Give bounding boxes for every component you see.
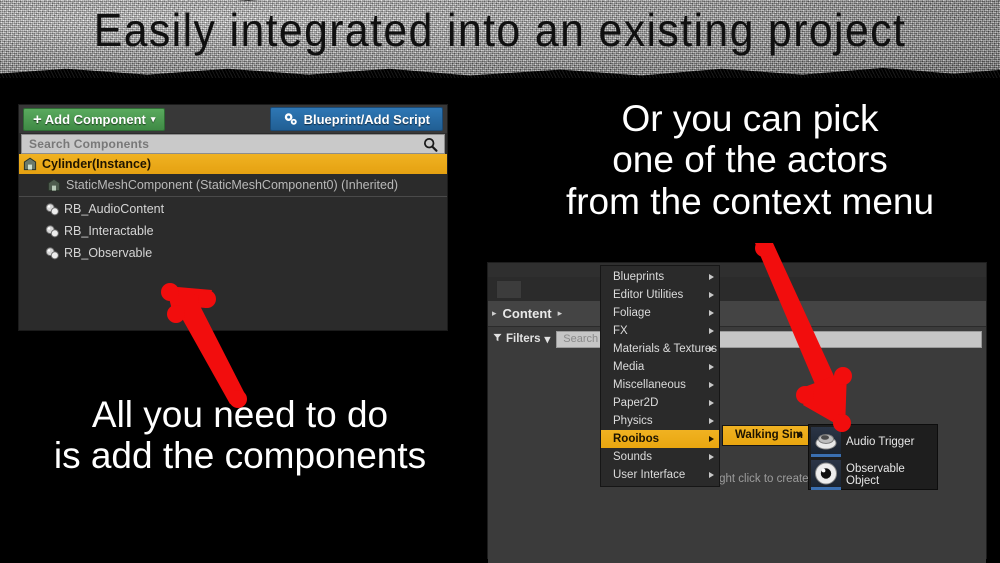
context-menu-item-label: Blueprints [613, 271, 665, 283]
component-list: RB_AudioContent RB_Interactable RB_Obser… [19, 197, 447, 264]
context-menu-item-label: Materials & Textures [613, 343, 717, 355]
caption-right-line-1: Or you can pick [621, 98, 879, 139]
context-menu-item-user-interface[interactable]: User Interface [601, 466, 719, 484]
slide-canvas: Easily integrated into an existing proje… [0, 0, 1000, 563]
mesh-icon [23, 157, 37, 171]
context-menu-item-paper2d[interactable]: Paper2D [601, 394, 719, 412]
component-row-observable[interactable]: RB_Observable [19, 242, 447, 264]
content-browser-tab[interactable] [496, 280, 522, 298]
search-icon[interactable] [423, 137, 438, 152]
content-breadcrumb: ▸ Content ▸ [488, 301, 986, 327]
header-banner: Easily integrated into an existing proje… [0, 0, 1000, 78]
component-orb-icon [45, 202, 60, 216]
caption-left: All you need to do is add the components [0, 394, 480, 477]
caption-right-line-3: from the context menu [565, 180, 935, 222]
filter-funnel-icon [493, 333, 502, 345]
context-menu-item-label: Physics [613, 415, 653, 427]
submenu-arrow-icon [709, 454, 714, 460]
content-filter-bar: Filters ▾ Search Con [488, 327, 986, 351]
submenu-rooibos: Walking Sim [722, 425, 809, 446]
component-tree-root[interactable]: Cylinder(Instance) [19, 154, 447, 174]
component-row-audiocontent[interactable]: RB_AudioContent [19, 198, 447, 220]
search-components-placeholder: Search Components [29, 137, 150, 151]
context-menu-item-label: Foliage [613, 307, 651, 319]
context-menu: Blueprints Editor Utilities Foliage FX M… [600, 265, 720, 487]
context-menu-item-rooibos[interactable]: Rooibos [601, 430, 719, 448]
observable-object-thumb [811, 459, 841, 490]
context-menu-item-materials-textures[interactable]: Materials & Textures [601, 340, 719, 358]
context-menu-item-miscellaneous[interactable]: Miscellaneous [601, 376, 719, 394]
filters-label: Filters [506, 333, 541, 345]
context-menu-item-blueprints[interactable]: Blueprints [601, 268, 719, 286]
asset-item-observable-object[interactable]: Observable Object [809, 458, 937, 491]
blueprint-add-script-button[interactable]: Blueprint/Add Script [269, 107, 443, 131]
add-component-label: Add Component [44, 111, 146, 127]
components-toolbar: + Add Component ▾ Blueprint/Add Script [19, 105, 447, 133]
submenu-arrow-icon [709, 382, 714, 388]
submenu-walking-sim: Audio Trigger Observable Object [808, 424, 938, 490]
component-row-inherited[interactable]: StaticMeshComponent (StaticMeshComponent… [19, 174, 447, 197]
submenu-arrow-icon [709, 346, 714, 352]
submenu-arrow-icon [709, 436, 714, 442]
search-components-input[interactable]: Search Components [21, 134, 445, 154]
context-menu-item-label: Rooibos [613, 433, 659, 445]
context-menu-item-label: FX [613, 325, 628, 337]
components-panel: + Add Component ▾ Blueprint/Add Script S… [18, 104, 448, 331]
context-menu-item-label: Sounds [613, 451, 653, 463]
context-menu-item-media[interactable]: Media [601, 358, 719, 376]
content-browser-tabstrip [488, 263, 986, 277]
context-menu-item-physics[interactable]: Physics [601, 412, 719, 430]
asset-item-audio-trigger[interactable]: Audio Trigger [809, 425, 937, 458]
content-browser-tabrow [488, 277, 986, 301]
submenu-arrow-icon [709, 400, 714, 406]
caption-left-line-1: All you need to do [91, 394, 389, 435]
context-menu-item-label: Paper2D [613, 397, 659, 409]
page-title: Easily integrated into an existing proje… [93, 4, 907, 56]
context-menu-item-fx[interactable]: FX [601, 322, 719, 340]
submenu-arrow-icon [709, 418, 714, 424]
component-row-interactable[interactable]: RB_Interactable [19, 220, 447, 242]
submenu-arrow-icon [709, 364, 714, 370]
caption-right: Or you can pick one of the actors from t… [500, 98, 1000, 222]
content-browser-panel: ▸ Content ▸ Filters ▾ Search Con Drop fi… [487, 262, 987, 563]
submenu-arrow-icon [709, 310, 714, 316]
chevron-right-icon[interactable]: ▸ [492, 308, 497, 319]
submenu-item-label: Walking Sim [735, 429, 803, 441]
filters-button[interactable]: Filters ▾ [493, 332, 550, 346]
caption-left-line-2: is add the components [53, 435, 427, 477]
caption-right-line-2: one of the actors [612, 139, 888, 181]
chevron-down-icon: ▾ [544, 334, 551, 346]
submenu-arrow-icon [709, 328, 714, 334]
chevron-right-icon[interactable]: ▸ [558, 308, 563, 319]
component-orb-icon [45, 224, 60, 238]
component-tree-root-label: Cylinder(Instance) [42, 157, 152, 171]
gears-icon [283, 112, 298, 126]
component-row-label: RB_AudioContent [64, 202, 165, 216]
asset-item-label: Observable Object [846, 462, 905, 487]
audio-trigger-thumb [811, 426, 841, 457]
context-menu-item-label: Editor Utilities [613, 289, 684, 301]
submenu-arrow-icon [709, 274, 714, 280]
component-row-inherited-label: StaticMeshComponent (StaticMeshComponent… [66, 178, 399, 192]
add-component-button[interactable]: + Add Component ▾ [23, 107, 166, 131]
context-menu-item-label: Media [613, 361, 645, 373]
asset-item-label: Audio Trigger [846, 435, 915, 448]
context-menu-item-label: Miscellaneous [613, 379, 686, 391]
mesh-icon [47, 178, 61, 192]
submenu-arrow-icon [798, 432, 803, 438]
context-menu-item-foliage[interactable]: Foliage [601, 304, 719, 322]
context-menu-item-label: User Interface [613, 469, 686, 481]
context-menu-item-sounds[interactable]: Sounds [601, 448, 719, 466]
submenu-arrow-icon [709, 472, 714, 478]
component-row-label: RB_Interactable [64, 224, 154, 238]
breadcrumb-content[interactable]: Content [503, 306, 552, 321]
component-row-label: RB_Observable [64, 246, 153, 260]
plus-icon: + [33, 110, 42, 128]
context-menu-item-editor-utilities[interactable]: Editor Utilities [601, 286, 719, 304]
submenu-item-walking-sim[interactable]: Walking Sim [723, 426, 808, 445]
blueprint-add-script-label: Blueprint/Add Script [303, 111, 430, 127]
submenu-arrow-icon [709, 292, 714, 298]
component-orb-icon [45, 246, 60, 260]
chevron-down-icon: ▾ [150, 113, 156, 124]
